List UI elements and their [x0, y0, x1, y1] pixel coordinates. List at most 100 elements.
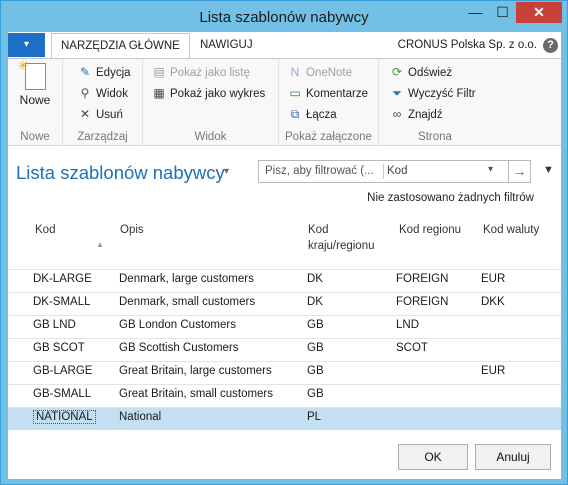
window-client-area: ▾ NARZĘDZIA GŁÓWNE NAWIGUJ CRONUS Polska… — [8, 32, 561, 479]
new-document-icon: ✳ — [18, 58, 46, 90]
column-header-currency[interactable]: Kod waluty — [483, 222, 539, 238]
chart-icon: ▦ — [153, 86, 165, 100]
application-menu-button[interactable]: ▾ — [8, 33, 45, 57]
cell-code: GB-LARGE — [33, 365, 93, 377]
comment-icon: ▭ — [289, 86, 301, 100]
help-icon[interactable]: ? — [543, 38, 558, 53]
column-header-code[interactable]: Kod — [35, 222, 55, 238]
search-field-select[interactable]: Kod — [387, 165, 407, 177]
cell-country: GB — [307, 319, 324, 331]
new-button-label: Nowe — [19, 93, 51, 107]
search-input[interactable]: Pisz, aby filtrować (... — [265, 165, 374, 177]
column-header-country[interactable]: Kod kraju/regionu — [308, 222, 374, 254]
delete-label: Usuń — [96, 109, 123, 121]
pencil-icon: ✎ — [79, 65, 91, 79]
ribbon-tab-bar: ▾ NARZĘDZIA GŁÓWNE NAWIGUJ CRONUS Polska… — [8, 32, 561, 58]
cancel-button[interactable]: Anuluj — [475, 444, 551, 470]
find-button[interactable]: ∞ Znajdź — [389, 104, 443, 124]
show-as-chart-label: Pokaż jako wykres — [170, 88, 266, 100]
cell-currency: EUR — [481, 365, 506, 377]
links-label: Łącza — [306, 109, 337, 121]
company-name: CRONUS Polska Sp. z o.o. — [397, 39, 537, 51]
refresh-label: Odśwież — [408, 67, 453, 79]
delete-button[interactable]: ✕ Usuń — [77, 104, 123, 124]
chevron-down-icon[interactable]: ▾ — [488, 164, 493, 175]
group-label-view: Widok — [194, 131, 227, 143]
table-row[interactable]: GB SCOT GB Scottish Customers GB SCOT — [8, 338, 561, 361]
table-row[interactable]: NATIONAL National PL — [8, 407, 561, 430]
ribbon-group-page: ⟳ Odśwież ⏷ Wyczyść Filtr ∞ Znajdź Strona — [379, 59, 491, 146]
filter-search-box: Pisz, aby filtrować (... Kod ▾ → — [258, 160, 531, 183]
cell-country: GB — [307, 388, 324, 400]
cell-description: Great Britain, large customers — [119, 365, 272, 377]
cell-region: LND — [396, 319, 420, 331]
magnifier-icon: ⚲ — [80, 86, 90, 100]
title-bar[interactable]: Lista szablonów nabywcy — ☐ ✕ — [1, 1, 567, 31]
onenote-button[interactable]: N OneNote — [287, 62, 352, 82]
binoculars-icon: ∞ — [392, 107, 402, 121]
cell-description: GB London Customers — [119, 319, 236, 331]
cell-currency: EUR — [481, 273, 506, 285]
clear-filter-label: Wyczyść Filtr — [408, 88, 476, 100]
tab-navigate[interactable]: NAWIGUJ — [191, 33, 262, 58]
cell-code: GB-SMALL — [33, 388, 92, 400]
cell-country: DK — [307, 296, 323, 308]
onenote-label: OneNote — [306, 67, 353, 79]
table-row[interactable]: GB LND GB London Customers GB LND — [8, 315, 561, 338]
view-button[interactable]: ⚲ Widok — [77, 83, 128, 103]
minimize-button[interactable]: — — [462, 2, 489, 23]
comments-label: Komentarze — [306, 88, 369, 100]
chevron-down-icon[interactable]: ▾ — [224, 166, 229, 177]
list-icon: ▤ — [153, 65, 165, 79]
cell-currency: DKK — [481, 296, 505, 308]
cell-description: Denmark, small customers — [119, 296, 256, 308]
cell-country: PL — [307, 411, 322, 423]
expand-chevron-icon[interactable]: ▼ — [543, 164, 554, 176]
group-label-new: Nowe — [20, 131, 50, 143]
search-separator — [383, 164, 384, 179]
link-icon: ⧉ — [290, 107, 300, 121]
cell-code: GB LND — [33, 319, 76, 331]
clear-filter-button[interactable]: ⏷ Wyczyść Filtr — [389, 83, 476, 103]
cell-code: DK-LARGE — [33, 273, 92, 285]
cell-description: GB Scottish Customers — [119, 342, 239, 354]
cell-code: GB SCOT — [33, 342, 85, 354]
cell-region: FOREIGN — [396, 296, 449, 308]
cell-description: National — [119, 411, 162, 423]
ok-button[interactable]: OK — [398, 444, 468, 470]
cell-country: GB — [307, 342, 324, 354]
cell-code: DK-SMALL — [33, 296, 91, 308]
table-row[interactable]: DK-LARGE Denmark, large customers DK FOREIG… — [8, 269, 561, 292]
edit-button[interactable]: ✎ Edycja — [77, 62, 131, 82]
column-header-country-line1: Kod — [308, 224, 329, 236]
arrow-right-icon[interactable]: → — [508, 161, 530, 182]
page-title[interactable]: Lista szablonów nabywcy — [16, 162, 225, 184]
ribbon: ✳ Nowe Nowe ✎ Edycja ⚲ Widok ✕ Usuń Zarządz… — [8, 58, 561, 146]
table-row[interactable]: DK-SMALL Denmark, small customers DK FOREIG… — [8, 292, 561, 315]
close-button[interactable]: ✕ — [516, 2, 562, 23]
show-as-chart-button[interactable]: ▦ Pokaż jako wykres — [151, 83, 265, 103]
group-label-manage: Zarządzaj — [77, 131, 128, 143]
cell-country: GB — [307, 365, 324, 377]
onenote-icon: N — [290, 65, 300, 79]
ribbon-group-view: ▤ Pokaż jako listę ▦ Pokaż jako wykres Wid… — [143, 59, 279, 146]
table-row[interactable]: GB-LARGE Great Britain, large customers GB… — [8, 361, 561, 384]
cell-country: DK — [307, 273, 323, 285]
new-button[interactable]: ✳ Nowe — [15, 58, 55, 107]
refresh-icon: ⟳ — [391, 65, 403, 79]
ribbon-group-manage: ✎ Edycja ⚲ Widok ✕ Usuń Zarządzaj — [63, 59, 143, 146]
show-as-list-label: Pokaż jako listę — [170, 67, 250, 79]
ribbon-group-new: ✳ Nowe Nowe — [8, 58, 63, 146]
delete-x-icon: ✕ — [79, 107, 91, 121]
maximize-button[interactable]: ☐ — [489, 2, 516, 23]
tab-home[interactable]: NARZĘDZIA GŁÓWNE — [51, 33, 190, 58]
links-button[interactable]: ⧉ Łącza — [287, 104, 337, 124]
cell-region: FOREIGN — [396, 273, 449, 285]
cell-description: Great Britain, small customers — [119, 388, 274, 400]
refresh-button[interactable]: ⟳ Odśwież — [389, 62, 452, 82]
column-header-description[interactable]: Opis — [120, 222, 144, 238]
column-header-region[interactable]: Kod regionu — [399, 222, 461, 238]
show-as-list-button[interactable]: ▤ Pokaż jako listę — [151, 62, 250, 82]
comments-button[interactable]: ▭ Komentarze — [287, 83, 368, 103]
table-row[interactable]: GB-SMALL Great Britain, small customers GB — [8, 384, 561, 407]
